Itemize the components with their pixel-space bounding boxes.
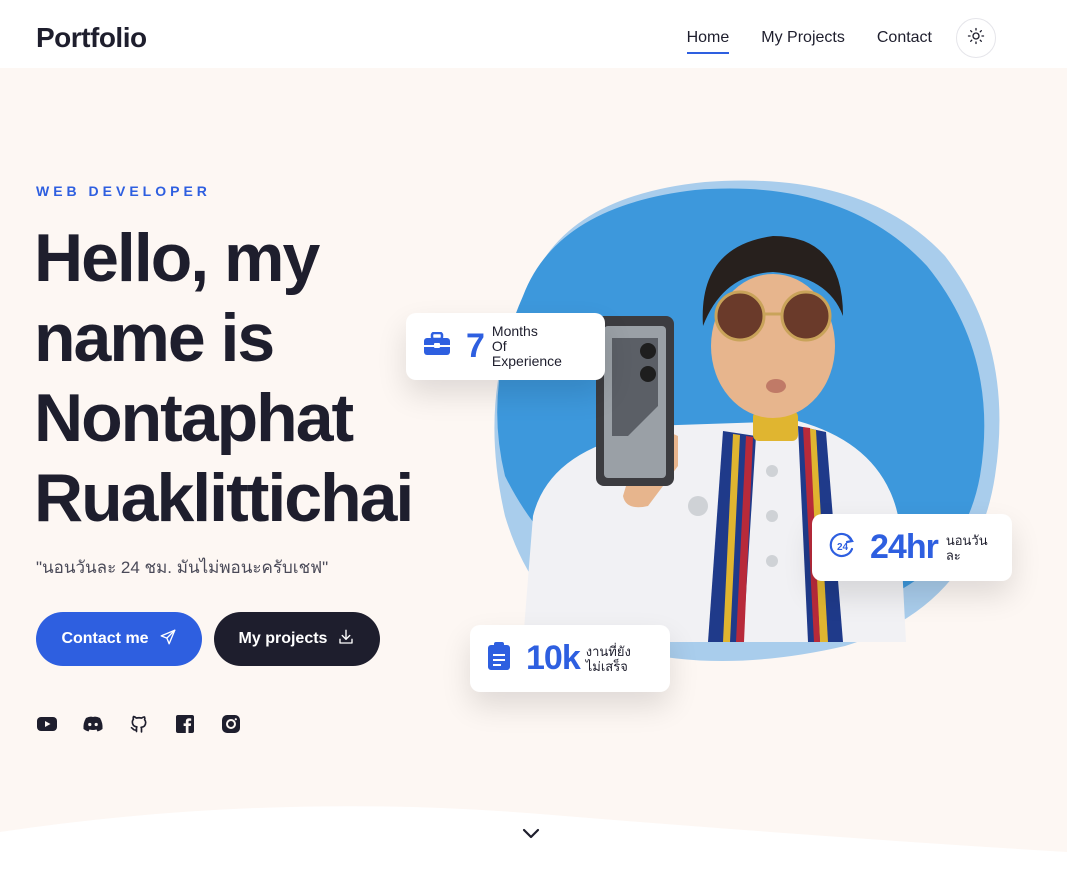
contact-me-label: Contact me [61,630,149,647]
experience-stat-card: 7 Months Of Experience [406,313,605,380]
briefcase-icon [424,331,450,361]
nav-my-projects[interactable]: My Projects [761,23,845,53]
hero-section: WEB DEVELOPER Hello, my name is Nontapha… [0,68,1067,892]
contact-me-button[interactable]: Contact me [36,612,202,666]
svg-text:24: 24 [837,542,849,553]
headline-line: Ruaklittichai [34,460,414,536]
logo[interactable]: Portfolio [36,22,147,54]
headline-line: name is [34,300,275,376]
social-links [36,713,266,735]
clipboard-icon [488,642,510,675]
sun-icon [967,27,985,50]
hero-quote: "นอนวันละ 24 ชม. มันไม่พอนะครับเชฟ" [36,558,329,577]
experience-label: Months Of Experience [491,323,562,369]
todo-label: งานที่ยัง ไม่เสร็จ [585,643,631,674]
discord-icon[interactable] [82,713,104,735]
main-nav: Home My Projects Contact [655,18,996,58]
hours-stat-card: 24 24hr นอนวัน ละ [812,514,1012,581]
github-icon[interactable] [128,713,150,735]
site-header: Portfolio Home My Projects Contact [0,0,1067,68]
send-icon [159,628,177,651]
hours-label: นอนวัน ละ [945,532,988,563]
instagram-icon[interactable] [220,713,242,735]
role-label: WEB DEVELOPER [36,183,211,199]
headline-line: Nontaphat [34,380,354,456]
theme-toggle-button[interactable] [956,18,996,58]
todo-stat-card: 10k งานที่ยัง ไม่เสร็จ [470,625,670,692]
facebook-icon[interactable] [174,713,196,735]
nav-contact[interactable]: Contact [877,23,932,53]
scroll-down-button[interactable] [520,824,542,846]
experience-value: 7 [466,327,485,365]
youtube-icon[interactable] [36,713,58,735]
chevron-down-icon [522,826,540,844]
my-projects-label: My projects [238,630,328,647]
hours-value: 24hr [870,528,939,566]
clock-24-icon: 24 [828,531,856,564]
download-icon [337,628,355,651]
nav-home[interactable]: Home [686,23,729,54]
my-projects-button[interactable]: My projects [214,612,380,666]
hero-headline: Hello, my name is Nontaphat Ruaklitticha… [34,218,474,538]
headline-line: Hello, my [34,220,320,296]
todo-value: 10k [526,639,581,677]
